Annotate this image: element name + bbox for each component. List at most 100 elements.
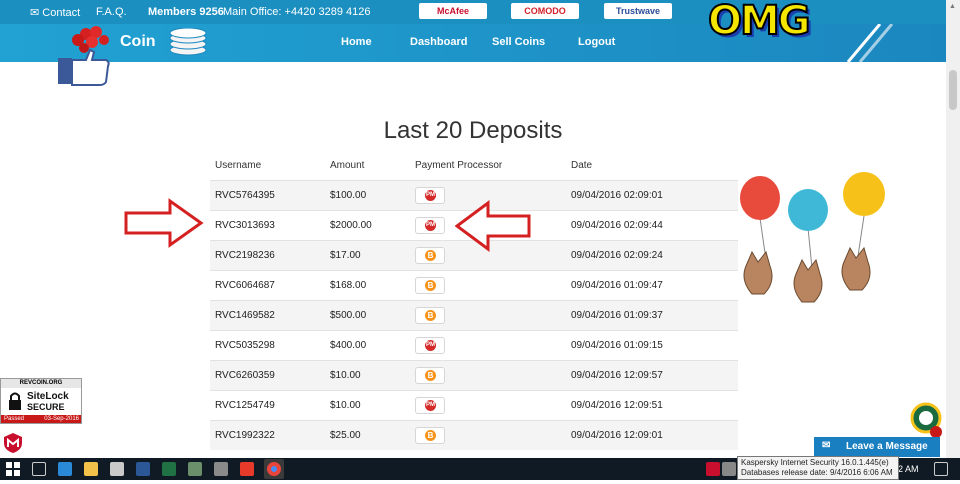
opera-icon[interactable] [240,462,254,476]
mail-icon: ✉ [30,7,40,19]
payment-processor-button[interactable]: PM [415,337,445,354]
row-username: RVC2198236 [215,250,275,261]
row-amount: $100.00 [330,190,367,201]
bitcoin-icon: B [425,280,436,291]
nav-home[interactable]: Home [341,36,372,48]
omg-graphic: OMG [707,0,812,45]
comodo-badge[interactable]: COMODO [511,3,579,19]
perfect-money-icon: PM [425,190,436,201]
column-header-date: Date [571,160,593,171]
sitelock-passed-bar: Passed 03-Sep-2016 [1,415,81,423]
nav-dashboard[interactable]: Dashboard [410,36,467,48]
balloons-cats-illustration [736,170,896,325]
payment-processor-button[interactable]: PM [415,217,445,234]
sitelock-secure-badge[interactable]: REVCOIN.ORG SiteLock SECURE Passed 03-Se… [0,378,82,424]
mcafee-badge[interactable]: McAfee [419,3,487,19]
payment-processor-button[interactable]: B [415,367,445,384]
scrollbar-thumb[interactable] [949,70,957,110]
column-header-amount: Amount [330,160,365,171]
table-row: RVC6260359 $10.00 B 09/04/2016 12:09:57 [210,360,738,390]
edge-browser-icon[interactable] [58,462,72,476]
row-amount: $17.00 [330,250,361,261]
nav-logout[interactable]: Logout [578,36,615,48]
perfect-money-icon: PM [425,340,436,351]
row-date: 09/04/2016 02:09:01 [571,190,663,201]
column-header-payment-processor: Payment Processor [415,160,503,171]
store-icon[interactable] [110,462,124,476]
table-row: RVC6064687 $168.00 B 09/04/2016 01:09:47 [210,270,738,300]
scroll-up-arrow-icon[interactable]: ▲ [949,3,956,10]
page-title: Last 20 Deposits [383,117,563,144]
diagonal-stripes-decoration [840,23,946,63]
word-icon[interactable] [136,462,150,476]
paint-icon[interactable] [188,462,202,476]
bitcoin-icon: B [425,430,436,441]
leave-message-button[interactable]: ✉ Leave a Message [814,437,940,457]
red-arrow-right-icon [124,198,204,253]
red-arrow-left-icon [454,200,531,257]
row-amount: $400.00 [330,340,367,351]
payment-processor-button[interactable]: PM [415,397,445,414]
table-row: RVC1469582 $500.00 B 09/04/2016 01:09:37 [210,300,738,330]
row-amount: $10.00 [330,400,361,411]
padlock-icon [7,391,23,416]
site-logo-text[interactable]: Coin [120,33,156,51]
thumbs-up-flowers-logo [56,24,118,88]
file-explorer-icon[interactable] [84,462,98,476]
taskbar-clock[interactable]: 2 AM [898,464,919,474]
row-date: 09/04/2016 01:09:15 [571,340,663,351]
task-view-icon[interactable] [32,462,46,476]
row-username: RVC1992322 [215,430,275,441]
row-date: 09/04/2016 12:09:51 [571,400,663,411]
faq-link[interactable]: F.A.Q. [96,6,127,18]
row-date: 09/04/2016 01:09:37 [571,310,663,321]
row-amount: $500.00 [330,310,367,321]
row-amount: $2000.00 [330,220,372,231]
page-scrollbar[interactable]: ▲ [946,0,960,458]
tray-mcafee-icon[interactable] [706,462,720,476]
row-date: 09/04/2016 12:09:01 [571,430,663,441]
windows-start-icon[interactable] [6,462,20,476]
row-username: RVC5035298 [215,340,275,351]
payment-processor-button[interactable]: PM [415,187,445,204]
payment-processor-button[interactable]: B [415,307,445,324]
column-header-username: Username [215,160,262,171]
table-row: RVC1992322 $25.00 B 09/04/2016 12:09:01 [210,420,738,450]
row-amount: $10.00 [330,370,361,381]
payment-processor-button[interactable]: B [415,427,445,444]
table-row: RVC1254749 $10.00 PM 09/04/2016 12:09:51 [210,390,738,420]
row-username: RVC6064687 [215,280,275,291]
row-username: RVC3013693 [215,220,275,231]
nav-sell-coins[interactable]: Sell Coins [492,36,545,48]
bitcoin-icon: B [425,250,436,261]
perfect-money-icon: PM [425,220,436,231]
payment-processor-button[interactable]: B [415,247,445,264]
excel-icon[interactable] [162,462,176,476]
sitelock-site: REVCOIN.ORG [1,379,81,388]
table-header: Username Amount Payment Processor Date [210,156,738,180]
contact-link[interactable]: ✉ Contact [30,6,80,19]
members-counter: Members 9256 [148,6,224,18]
sitelock-secure-label: SECURE [27,402,65,412]
payment-processor-button[interactable]: B [415,277,445,294]
chrome-active-icon[interactable] [264,459,284,479]
row-date: 09/04/2016 12:09:57 [571,370,663,381]
table-row: RVC5035298 $400.00 PM 09/04/2016 01:09:15 [210,330,738,360]
main-office-phone: Main Office: +4420 3289 4126 [223,6,371,18]
row-username: RVC6260359 [215,370,275,381]
row-date: 09/04/2016 02:09:24 [571,250,663,261]
notification-icon[interactable] [934,462,948,476]
bitcoin-coins-icon [166,27,210,61]
sitelock-brand: SiteLock [27,391,69,402]
mcafee-shield-icon[interactable] [2,432,24,459]
row-date: 09/04/2016 02:09:44 [571,220,663,231]
envelope-icon: ✉ [822,440,831,451]
bitcoin-icon: B [425,310,436,321]
row-date: 09/04/2016 01:09:47 [571,280,663,291]
trustwave-badge[interactable]: Trustwave [604,3,672,19]
perfect-money-icon: PM [425,400,436,411]
calculator-icon[interactable] [214,462,228,476]
tray-icon[interactable] [722,462,736,476]
row-username: RVC5764395 [215,190,275,201]
bitcoin-icon: B [425,370,436,381]
